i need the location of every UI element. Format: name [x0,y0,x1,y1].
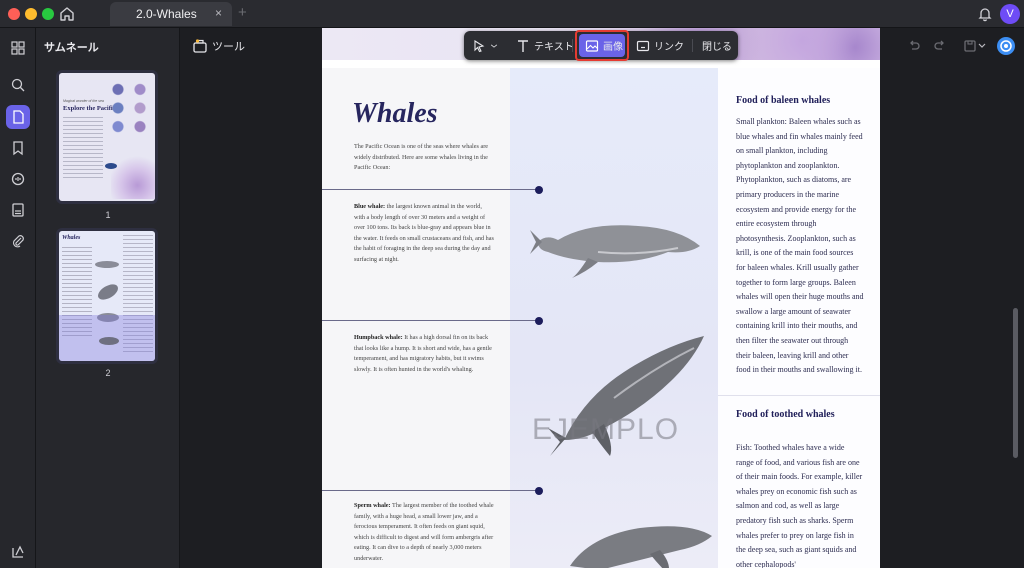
text-tool-button[interactable]: テキスト [516,31,574,60]
minimize-window-button[interactable] [25,8,37,20]
page-thumbnail-1[interactable]: Magical wonder of the sea Explore the Pa… [56,70,158,204]
section-heading-toothed: Food of toothed whales [736,409,835,420]
search-icon[interactable] [6,73,30,97]
link-tool-label: リンク [654,42,684,53]
blue-whale-entry: Blue whale: the largest known animal in … [354,203,494,263]
redo-icon[interactable] [932,38,948,54]
blue-whale-image [530,225,700,278]
sperm-whale-entry: Sperm whale: The largest member of the t… [354,502,494,562]
section-body-toothed: Fish: Toothed whales have a wide range o… [736,443,863,568]
avatar[interactable]: V [1000,4,1020,24]
attachment-icon[interactable] [6,229,30,253]
watermark-text: EJEMPLO [532,413,680,446]
bell-icon[interactable] [976,5,994,23]
save-icon[interactable] [962,38,978,54]
text-tool-label: テキスト [534,42,574,53]
ai-assistant-icon[interactable] [996,36,1016,56]
page-icon[interactable] [6,105,30,129]
humpback-whale-entry: Humpback whale: It has a high dorsal fin… [354,334,492,373]
section-heading-baleen: Food of baleen whales [736,95,831,106]
thumb-kicker: Magical wonder of the sea [63,99,104,103]
home-icon[interactable] [58,5,76,23]
zoom-window-button[interactable] [42,8,54,20]
tools-label: ツール [212,41,245,53]
title-bar: 2.0-Whales × + V [0,0,1024,28]
thumbnail-panel-title: サムネール [44,42,99,54]
image-tool-highlight [575,30,629,61]
select-tool-button[interactable] [472,31,502,60]
comment-icon[interactable] [6,167,30,191]
undo-icon[interactable] [906,38,922,54]
timeline-dot [535,186,543,194]
link-tool-button[interactable]: リンク [636,31,684,60]
thumb-heading-2: Whales [62,235,81,241]
tab-close-icon[interactable]: × [215,6,222,20]
document-tab[interactable]: 2.0-Whales × [110,2,232,26]
thumbnail-panel: サムネール Magical wonder of the sea Explore … [36,28,180,568]
page-thumbnail-2[interactable]: Whales [56,228,158,364]
sperm-whale-image [570,526,712,568]
timeline-dot [535,317,543,325]
toolbox-icon [192,38,208,54]
page-number-2: 2 [105,368,111,378]
app-window: 2.0-Whales × + V サムネール Magical wonder of… [0,0,1024,568]
close-edit-label: 閉じる [702,42,732,53]
grid-icon[interactable] [6,36,30,60]
bookmark-icon[interactable] [6,136,30,160]
timeline-dot [535,487,543,495]
intro-paragraph: The Pacific Ocean is one of the seas whe… [354,143,489,171]
section-body-baleen: Small plankton: Baleen whales such as bl… [736,117,864,375]
close-window-button[interactable] [8,8,20,20]
document-canvas: ツール Whales The Pacific Ocean is one of t… [180,28,1024,568]
page-title: Whales [352,98,438,129]
tab-title: 2.0-Whales [136,7,197,21]
edit-toolbar: テキスト 画像 リンク 閉じる [464,30,738,61]
page-number-1: 1 [105,210,111,220]
right-toolbar [902,34,1022,58]
layers-icon[interactable] [6,540,30,564]
close-edit-button[interactable]: 閉じる [702,31,732,60]
form-icon[interactable] [6,198,30,222]
chevron-down-icon[interactable] [978,38,986,54]
new-tab-icon[interactable]: + [238,4,247,21]
document-page: Whales The Pacific Ocean is one of the s… [322,28,880,568]
tools-button[interactable]: ツール [184,34,255,58]
vertical-scrollbar[interactable] [1013,308,1018,458]
left-rail [0,28,36,568]
